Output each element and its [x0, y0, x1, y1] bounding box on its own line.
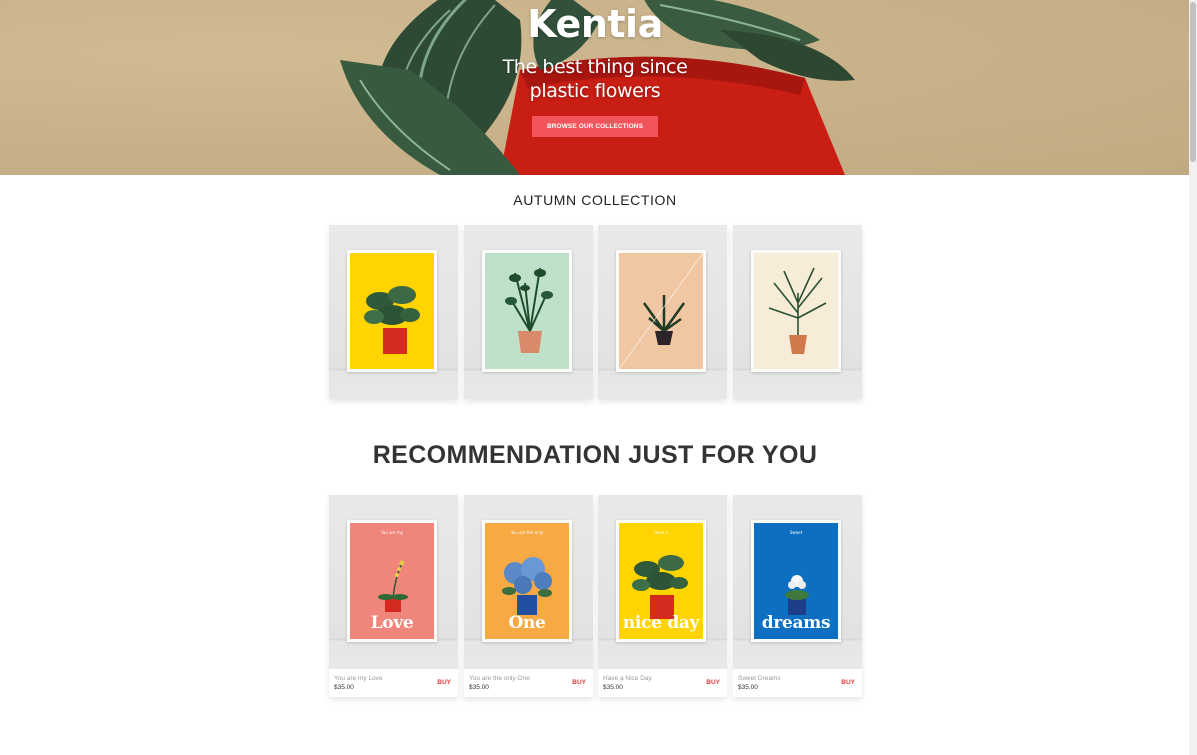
browse-collections-button[interactable]: BROWSE OUR COLLECTIONS [532, 116, 658, 137]
poster-art [350, 253, 434, 369]
product-image [733, 225, 862, 399]
hero-subtitle: The best thing since plastic flowers [0, 55, 1190, 103]
product-meta: Sweet Dreams $35.00 BUY [733, 669, 862, 697]
poster-art: You are my Love [350, 523, 434, 639]
product-image: Have a nice day [598, 495, 727, 669]
autumn-card-1[interactable] [329, 225, 458, 399]
product-image: You are the only One [464, 495, 593, 669]
poster-big-text: dreams [761, 613, 831, 633]
hero-subtitle-line2: plastic flowers [529, 80, 661, 102]
buy-button[interactable]: BUY [706, 679, 720, 686]
product-price: $35.00 [603, 684, 623, 691]
product-image [598, 225, 727, 399]
product-price: $35.00 [738, 684, 758, 691]
product-name: You are the only One [469, 675, 530, 682]
product-card-one[interactable]: You are the only One You are the only On… [464, 495, 593, 697]
autumn-collection-title: AUTUMN COLLECTION [513, 192, 677, 208]
poster-art: Have a nice day [619, 523, 703, 639]
product-image: You are my Love [329, 495, 458, 669]
product-image [329, 225, 458, 399]
product-image [464, 225, 593, 399]
hero-title: Kentia [527, 2, 663, 46]
autumn-card-3[interactable] [598, 225, 727, 399]
recommendation-title: RECOMMENDATION JUST FOR YOU [372, 441, 818, 469]
autumn-card-4[interactable] [733, 225, 862, 399]
product-card-dreams[interactable]: Sweet dreams Sweet Dreams $35.00 BUY [733, 495, 862, 697]
product-name: Sweet Dreams [738, 675, 781, 682]
product-meta: You are the only One $35.00 BUY [464, 669, 593, 697]
poster-art: You are the only One [485, 523, 569, 639]
poster-big-text: Love [370, 613, 414, 633]
hero-subtitle-line1: The best thing since [502, 56, 688, 78]
zz-plant-icon [505, 267, 553, 353]
product-card-nice-day[interactable]: Have a nice day Have a Nice Day $35.00 B… [598, 495, 727, 697]
product-price: $35.00 [334, 684, 354, 691]
poster-art: Sweet dreams [754, 523, 838, 639]
product-name: You are my Love [334, 675, 383, 682]
hero-banner: Kentia The best thing since plastic flow… [0, 0, 1190, 175]
product-card-love[interactable]: You are my Love You are my Love $35.00 B… [329, 495, 458, 697]
buy-button[interactable]: BUY [437, 679, 451, 686]
poster-art [485, 253, 569, 369]
kentia-palm-icon [768, 267, 827, 354]
scrollbar-thumb[interactable] [1190, 2, 1196, 162]
calathea-plant-icon [364, 286, 420, 354]
product-meta: Have a Nice Day $35.00 BUY [598, 669, 727, 697]
buy-button[interactable]: BUY [572, 679, 586, 686]
autumn-card-2[interactable] [464, 225, 593, 399]
product-image: Sweet dreams [733, 495, 862, 669]
product-name: Have a Nice Day [603, 675, 652, 682]
product-meta: You are my Love $35.00 BUY [329, 669, 458, 697]
buy-button[interactable]: BUY [841, 679, 855, 686]
poster-big-text: One [508, 613, 546, 633]
poster-big-text: nice day [622, 613, 700, 633]
page-scrollbar[interactable] [1189, 0, 1197, 755]
product-price: $35.00 [469, 684, 489, 691]
palm-plant-icon [619, 253, 703, 369]
poster-art [754, 253, 838, 369]
poster-art [619, 253, 703, 369]
